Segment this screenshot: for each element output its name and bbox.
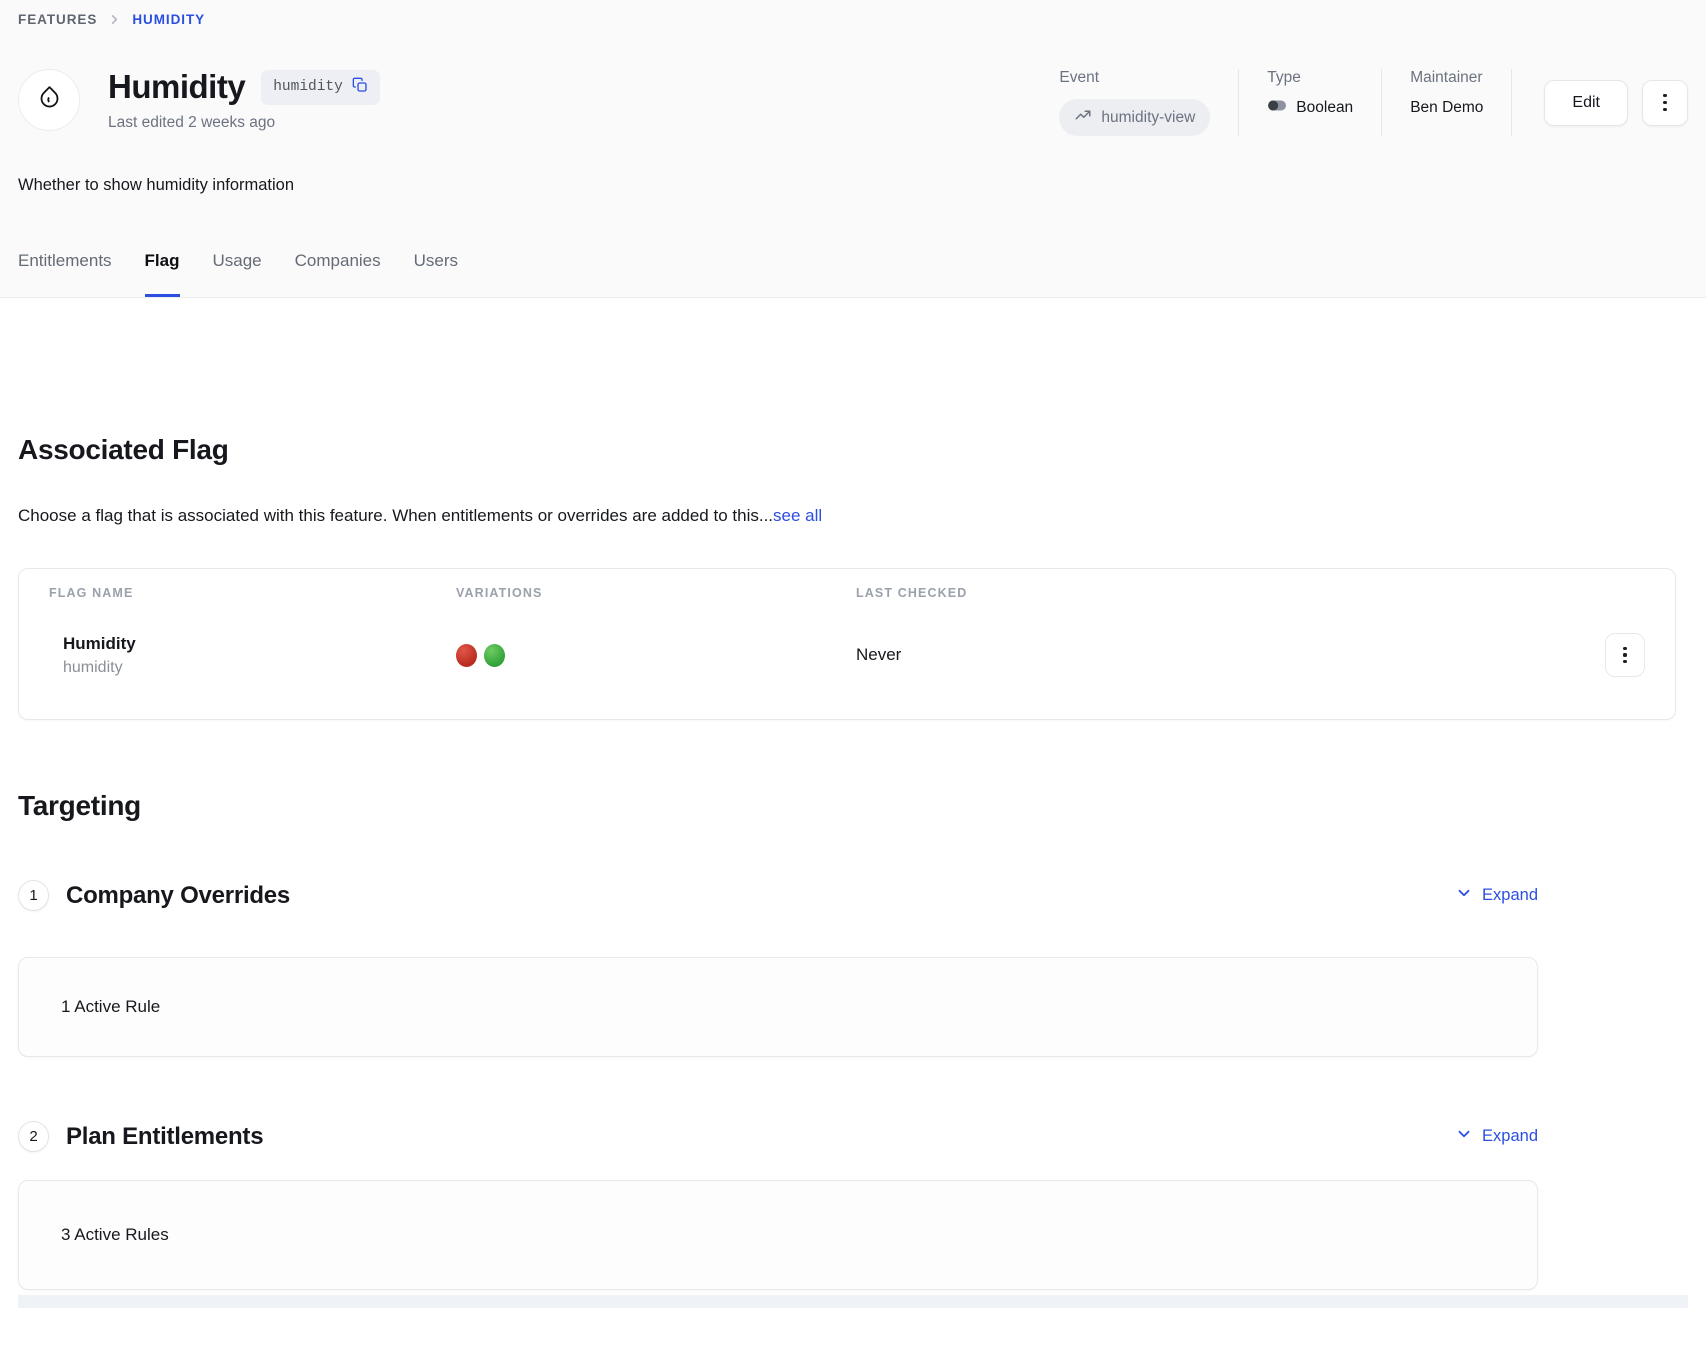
feature-avatar [18, 69, 80, 131]
event-label: Event [1059, 69, 1210, 87]
associated-flag-heading: Associated Flag [18, 298, 1688, 466]
plan-entitlements-row: 2 Plan Entitlements Expand [18, 1121, 1538, 1152]
copy-icon[interactable] [352, 77, 368, 98]
type-label: Type [1267, 69, 1353, 87]
meta-event: Event humidity-view [1031, 69, 1238, 136]
tab-flag[interactable]: Flag [145, 251, 180, 297]
step-number-badge: 2 [18, 1121, 49, 1152]
variation-on-dot [484, 644, 505, 667]
maintainer-label: Maintainer [1410, 69, 1483, 87]
table-row: Humidity humidity Never [49, 633, 1645, 677]
event-pill[interactable]: humidity-view [1059, 99, 1210, 136]
feature-key-badge: humidity [261, 70, 380, 105]
plan-entitlements-title: Plan Entitlements [66, 1123, 263, 1151]
breadcrumb: FEATURES HUMIDITY [18, 12, 1688, 27]
bottom-strip [18, 1295, 1688, 1308]
feature-meta: Event humidity-view Type [1031, 69, 1688, 136]
feature-title-row: Humidity humidity Last edited 2 weeks ag… [18, 69, 1688, 136]
targeting-section: 1 Company Overrides Expand 1 Active Rule… [18, 880, 1538, 1290]
associated-flag-description: Choose a flag that is associated with th… [18, 506, 1688, 526]
company-overrides-title: Company Overrides [66, 882, 290, 910]
feature-header: FEATURES HUMIDITY Humidity hum [0, 0, 1706, 298]
edit-button[interactable]: Edit [1544, 80, 1628, 126]
feature-title-block: Humidity humidity Last edited 2 weeks ag… [108, 69, 380, 132]
variation-off-dot [456, 644, 477, 667]
meta-maintainer: Maintainer Ben Demo [1382, 69, 1511, 136]
event-value: humidity-view [1101, 109, 1195, 127]
flag-tab-content: Associated Flag Choose a flag that is as… [0, 298, 1706, 1308]
flag-name-cell: Humidity humidity [49, 633, 456, 676]
page-title: Humidity [108, 69, 245, 105]
divider [1511, 69, 1512, 136]
toggle-icon [1267, 99, 1287, 117]
plan-entitlements-expand-link[interactable]: Expand [1455, 1125, 1538, 1148]
chevron-down-icon [1455, 884, 1473, 907]
associated-flag-table: FLAG NAME VARIATIONS LAST CHECKED Humidi… [18, 568, 1676, 720]
breadcrumb-current: HUMIDITY [132, 12, 205, 27]
see-all-link[interactable]: see all [773, 506, 822, 525]
type-value: Boolean [1296, 99, 1353, 117]
targeting-heading: Targeting [18, 790, 1688, 822]
table-header-row: FLAG NAME VARIATIONS LAST CHECKED [49, 586, 1645, 600]
more-actions-button[interactable] [1642, 80, 1688, 126]
kebab-icon [1663, 94, 1667, 98]
last-checked-value: Never [856, 645, 1599, 665]
tab-entitlements[interactable]: Entitlements [18, 251, 112, 297]
kebab-icon [1623, 647, 1626, 650]
trending-up-icon [1074, 106, 1092, 129]
column-flag-name: FLAG NAME [49, 586, 456, 600]
company-overrides-expand-link[interactable]: Expand [1455, 884, 1538, 907]
chevron-down-icon [1455, 1125, 1473, 1148]
column-variations: VARIATIONS [456, 586, 856, 600]
feature-key-text: humidity [273, 79, 343, 95]
variations-cell [456, 644, 856, 667]
flag-row-menu-button[interactable] [1605, 633, 1645, 677]
header-actions: Edit [1544, 69, 1688, 136]
tab-usage[interactable]: Usage [213, 251, 262, 297]
last-edited-text: Last edited 2 weeks ago [108, 114, 380, 132]
tab-bar: Entitlements Flag Usage Companies Users [18, 251, 1688, 297]
tab-users[interactable]: Users [414, 251, 458, 297]
step-number-badge: 1 [18, 880, 49, 911]
tab-companies[interactable]: Companies [295, 251, 381, 297]
column-last-checked: LAST CHECKED [856, 586, 1599, 600]
active-rule-count: 1 Active Rule [61, 997, 160, 1017]
maintainer-value: Ben Demo [1410, 99, 1483, 117]
flag-key: humidity [63, 659, 456, 677]
company-overrides-row: 1 Company Overrides Expand [18, 880, 1538, 911]
breadcrumb-features-link[interactable]: FEATURES [18, 12, 97, 27]
droplet-icon [36, 84, 63, 116]
active-rule-count: 3 Active Rules [61, 1225, 169, 1245]
chevron-right-icon [109, 14, 120, 25]
feature-description: Whether to show humidity information [18, 176, 1688, 195]
meta-type: Type Boolean [1239, 69, 1381, 136]
flag-name: Humidity [63, 633, 456, 655]
plan-entitlements-summary-card[interactable]: 3 Active Rules [18, 1180, 1538, 1290]
feature-detail-page: FEATURES HUMIDITY Humidity hum [0, 0, 1706, 1350]
company-overrides-summary-card[interactable]: 1 Active Rule [18, 957, 1538, 1057]
